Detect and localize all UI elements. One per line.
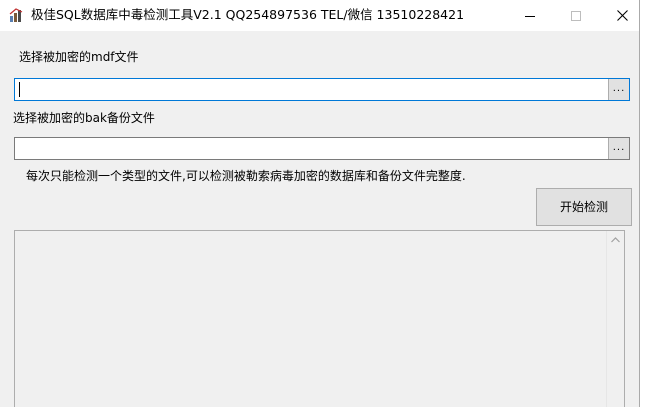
title-bar[interactable]: 极佳SQL数据库中毒检测工具V2.1 QQ254897536 TEL/微信 13… <box>0 0 639 31</box>
close-button[interactable] <box>599 0 645 31</box>
window-title: 极佳SQL数据库中毒检测工具V2.1 QQ254897536 TEL/微信 13… <box>31 7 465 22</box>
mdf-file-label: 选择被加密的mdf文件 <box>19 50 139 64</box>
hint-text: 每次只能检测一个类型的文件,可以检测被勒索病毒加密的数据库和备份文件完整度. <box>26 169 466 183</box>
minimize-button[interactable] <box>507 0 553 31</box>
mdf-path-input[interactable] <box>15 79 609 100</box>
maximize-button[interactable] <box>553 0 599 31</box>
scroll-up-button[interactable] <box>607 231 624 248</box>
bak-file-label: 选择被加密的bak备份文件 <box>13 111 155 125</box>
maximize-icon <box>571 10 581 21</box>
start-check-button[interactable]: 开始检测 <box>536 188 632 226</box>
log-scrollbar[interactable] <box>606 231 624 407</box>
bak-path-input[interactable] <box>15 138 609 159</box>
close-icon <box>616 10 628 21</box>
scroll-up-arrow-icon <box>611 236 620 242</box>
bak-path-field[interactable]: ... <box>14 137 630 160</box>
mdf-path-field[interactable]: ... <box>14 78 630 101</box>
text-caret <box>19 82 20 97</box>
log-output-area[interactable] <box>14 230 625 407</box>
main-window: 极佳SQL数据库中毒检测工具V2.1 QQ254897536 TEL/微信 13… <box>0 0 640 407</box>
bak-browse-button[interactable]: ... <box>608 138 629 159</box>
app-icon <box>9 8 23 22</box>
minimize-icon <box>525 15 535 17</box>
mdf-browse-button[interactable]: ... <box>608 79 629 100</box>
